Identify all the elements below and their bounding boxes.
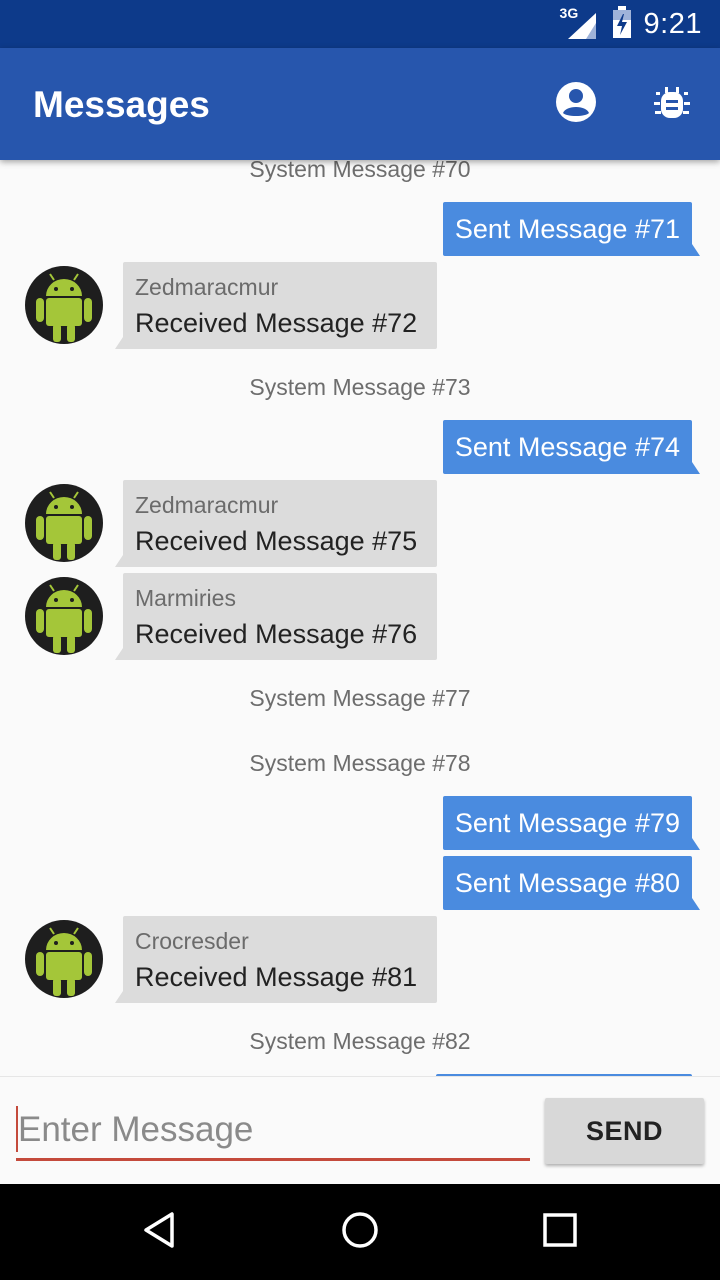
clock: 9:21: [643, 7, 702, 40]
avatar[interactable]: [25, 484, 103, 562]
signal-icon: 3G: [559, 5, 600, 41]
network-type: 3G: [559, 5, 579, 21]
home-icon: [340, 1210, 380, 1255]
sender-name: Zedmaracmur: [135, 274, 279, 300]
navigation-bar: [0, 1184, 720, 1280]
message-text: Received Message #81: [135, 962, 418, 992]
system-message: System Message #77: [249, 685, 471, 711]
send-button[interactable]: SEND: [545, 1098, 704, 1164]
android-icon: [36, 927, 92, 996]
account-button[interactable]: [546, 74, 606, 134]
back-icon: [140, 1210, 180, 1255]
system-message: System Message #82: [249, 1028, 471, 1054]
debug-button[interactable]: [642, 74, 702, 134]
account-icon: [555, 81, 597, 128]
text-cursor: [16, 1106, 18, 1152]
recents-button[interactable]: [530, 1202, 590, 1262]
message-text: Received Message #76: [135, 619, 418, 649]
battery-icon: [612, 5, 632, 44]
app-bar: Messages: [0, 48, 720, 160]
sent-message[interactable]: Sent Message #74: [442, 420, 701, 474]
message-input[interactable]: [16, 1102, 530, 1161]
received-message[interactable]: Zedmaracmur Received Message #75: [115, 480, 437, 567]
sent-message[interactable]: Sent Message #80: [442, 856, 701, 910]
system-message: System Message #73: [249, 374, 471, 400]
sender-name: Crocresder: [135, 928, 249, 954]
android-icon: [36, 491, 92, 560]
bug-icon: [652, 82, 692, 127]
page-title: Messages: [33, 84, 210, 125]
recents-icon: [540, 1210, 580, 1255]
message-text: Received Message #72: [135, 308, 418, 338]
avatar[interactable]: [25, 577, 103, 655]
received-message[interactable]: Crocresder Received Message #81: [115, 916, 437, 1003]
back-button[interactable]: [130, 1202, 190, 1262]
received-message[interactable]: Marmiries Received Message #76: [115, 573, 437, 660]
avatar[interactable]: [25, 266, 103, 344]
sender-name: Zedmaracmur: [135, 492, 279, 518]
received-message[interactable]: Zedmaracmur Received Message #72: [115, 262, 437, 349]
message-list[interactable]: System Message #70 Sent Message #71 Zedm…: [0, 160, 720, 1076]
sent-message[interactable]: Sent Message #71: [442, 202, 701, 256]
home-button[interactable]: [330, 1202, 390, 1262]
android-icon: [36, 273, 92, 342]
system-message: System Message #70: [249, 160, 471, 182]
avatar[interactable]: [25, 920, 103, 998]
android-icon: [36, 584, 92, 653]
system-message: System Message #78: [249, 750, 471, 776]
sender-name: Marmiries: [135, 585, 236, 611]
status-bar: 3G 9:21: [0, 0, 720, 48]
message-text: Received Message #75: [135, 526, 418, 556]
sent-message[interactable]: Sent Message #79: [442, 796, 701, 850]
